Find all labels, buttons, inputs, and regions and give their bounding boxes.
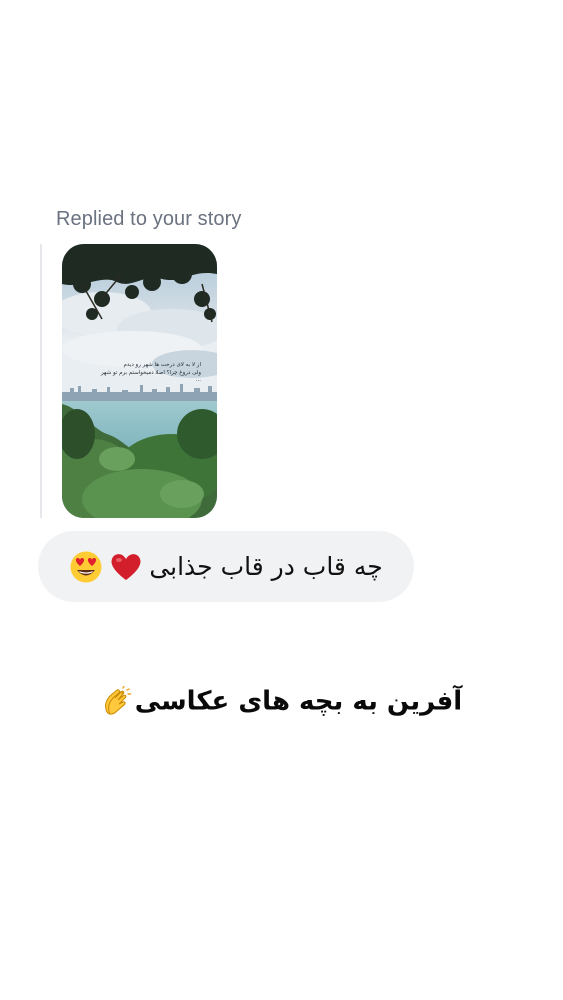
story-caption-line-2: ولی دروغ چرا؟ اصلا دمیخواستم برم تو شهر … — [101, 369, 201, 384]
message-bubble[interactable]: چه قاب در قاب جذابی — [38, 531, 414, 602]
story-caption-line-1: از لا به لای درخت ها شهر رو دیدم — [123, 362, 201, 368]
caption-text-content: آفرین به بچه های عکاسی — [134, 686, 463, 717]
story-thumbnail[interactable]: از لا به لای درخت ها شهر رو دیدم ولی درو… — [62, 244, 217, 518]
replied-to-story-label: Replied to your story — [56, 208, 242, 230]
message-text: چه قاب در قاب جذابی — [149, 552, 383, 581]
heart-eyes-icon — [70, 551, 102, 582]
caption-text: آفرین به بچه های عکاسی — [0, 686, 563, 718]
clap-icon — [104, 686, 131, 715]
story-caption: از لا به لای درخت ها شهر رو دیدم ولی درو… — [101, 362, 201, 385]
reply-quote-bar — [40, 244, 42, 518]
dm-thread: Replied to your story از لا به لای درخت … — [0, 0, 563, 1000]
heart-icon — [111, 553, 141, 580]
